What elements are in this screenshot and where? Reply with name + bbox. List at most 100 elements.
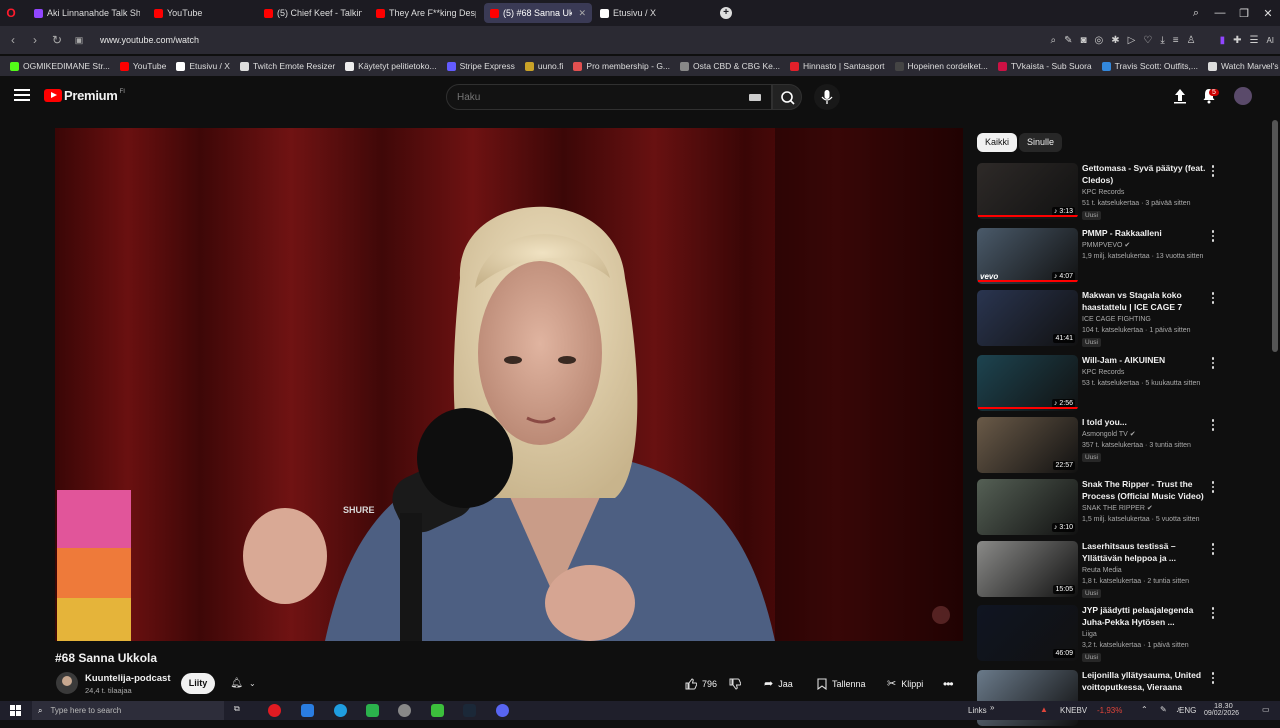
search-box[interactable] — [446, 84, 772, 110]
bookmark-item[interactable]: OGMIKEDIMANE Str... — [10, 61, 110, 71]
recommendation-title[interactable]: Laserhitsaus testissä – Yllättävän helpp… — [1082, 541, 1206, 564]
recommendation-title[interactable]: Snak The Ripper - Trust the Process (Off… — [1082, 479, 1206, 502]
recommendation-channel[interactable]: SNAK THE RIPPER ✔ — [1082, 503, 1153, 514]
discord-taskbar-icon[interactable] — [496, 704, 509, 717]
more-options-icon[interactable] — [1210, 165, 1216, 179]
task-view-icon[interactable]: ⧉ — [234, 704, 240, 714]
page-scrollbar[interactable] — [1272, 120, 1278, 352]
more-options-icon[interactable] — [1210, 481, 1216, 495]
forward-icon[interactable]: › — [24, 33, 46, 47]
video-thumbnail[interactable]: vevo ♪ 4:07 — [977, 228, 1078, 284]
recommendation-channel[interactable]: KPC Records — [1082, 367, 1124, 378]
back-icon[interactable]: ‹ — [2, 33, 24, 47]
user-icon[interactable]: ♙ — [1187, 35, 1196, 46]
hamburger-menu-icon[interactable] — [14, 89, 30, 103]
bookmark-item[interactable]: Etusivu / X — [176, 61, 230, 71]
download-icon[interactable]: ⤓ — [1160, 35, 1164, 46]
more-options-icon[interactable] — [1210, 230, 1216, 244]
taskbar-search-box[interactable]: ⌕ Type here to search — [32, 701, 224, 720]
browser-tab[interactable]: Etusivu / X — [594, 3, 712, 23]
bookmark-item[interactable]: Twitch Emote Resizer — [239, 61, 335, 71]
opera-logo-icon[interactable]: O — [0, 6, 22, 20]
browser-tab[interactable]: YouTube — [148, 3, 256, 23]
recommendation-title[interactable]: I told you... — [1082, 417, 1206, 429]
steam-taskbar-icon[interactable] — [463, 704, 476, 717]
app-taskbar-icon[interactable] — [366, 704, 379, 717]
close-window-icon[interactable]: ✕ — [1256, 0, 1280, 26]
video-player[interactable]: SHURE — [55, 128, 963, 641]
channel-avatar[interactable] — [56, 672, 78, 694]
more-actions-button[interactable]: ••• — [937, 673, 959, 694]
recommendation-title[interactable]: Gettomasa - Syvä päätyy (feat. Cledos) — [1082, 163, 1206, 186]
maximize-icon[interactable]: ❐ — [1232, 0, 1256, 26]
recommendation-channel[interactable]: ICE CAGE FIGHTING — [1082, 314, 1151, 325]
settings-taskbar-icon[interactable] — [398, 704, 411, 717]
bookmark-item[interactable]: Travis Scott: Outfits,... — [1101, 61, 1198, 71]
share-button[interactable]: ➦ Jaa — [756, 673, 801, 694]
clip-button[interactable]: ✂ Klippi — [879, 673, 931, 694]
recommendation-channel[interactable]: Reuta Media — [1082, 565, 1122, 576]
recommended-video[interactable]: ♪ 3:10 Snak The Ripper - Trust the Proces… — [976, 479, 1276, 537]
recommended-video[interactable]: vevo ♪ 4:07 PMMP - Rakkaalleni PMMPVEVO ✔ 1,… — [976, 228, 1276, 286]
secure-lock-icon[interactable]: ▣ — [68, 35, 90, 46]
play-icon[interactable]: ▷ — [1128, 35, 1136, 46]
bookmark-item[interactable]: Pro membership - G... — [573, 61, 670, 71]
language-indicator[interactable]: ENG — [1179, 706, 1196, 715]
recommendation-channel[interactable]: Liiga — [1082, 629, 1097, 640]
notification-center-icon[interactable]: ▭ — [1262, 705, 1270, 714]
search-tabs-icon[interactable]: ⌕ — [1184, 0, 1208, 26]
ai-icon[interactable]: AI — [1266, 36, 1274, 45]
recommendation-channel[interactable]: KPC Records — [1082, 187, 1124, 198]
recommended-video[interactable]: ♪ 3:13 Gettomasa - Syvä päätyy (feat. Cle… — [976, 163, 1276, 221]
extensions-icon[interactable]: ✱ — [1111, 35, 1119, 46]
search-button[interactable] — [772, 84, 802, 110]
page-search-icon[interactable]: ⌕ — [1050, 35, 1056, 46]
save-button[interactable]: Tallenna — [809, 673, 874, 694]
bookmark-item[interactable]: Käytetyt pelitietoko... — [345, 61, 437, 71]
channel-watermark-icon[interactable] — [932, 606, 950, 624]
video-thumbnail[interactable]: ♪ 2:56 — [977, 355, 1078, 411]
list-icon[interactable]: ≡ — [1173, 35, 1179, 46]
keyboard-icon[interactable] — [749, 94, 761, 101]
search-input[interactable] — [447, 85, 737, 109]
vpn-icon[interactable]: ◎ — [1095, 35, 1104, 46]
notification-settings-button[interactable]: 🔔︎ ⌄ — [222, 673, 264, 694]
more-options-icon[interactable] — [1210, 672, 1216, 686]
recommendation-title[interactable]: JYP jäädytti pelaajalegenda Juha-Pekka H… — [1082, 605, 1206, 628]
clock-date[interactable]: 09/02/2026 — [1204, 710, 1239, 717]
recommendation-title[interactable]: Makwan vs Stagala koko haastattelu | ICE… — [1082, 290, 1206, 313]
stock-ticker[interactable]: KNEBV — [1060, 706, 1087, 715]
video-thumbnail[interactable]: ♪ 3:10 — [977, 479, 1078, 535]
bookmark-item[interactable]: uuno.fi — [524, 61, 563, 71]
clock-time[interactable]: 18.30 — [1214, 701, 1233, 710]
windows-start-icon[interactable] — [10, 705, 21, 716]
filter-chip[interactable]: Sinulle — [1019, 133, 1063, 152]
chevron-icon[interactable]: » — [990, 703, 994, 712]
recommendation-title[interactable]: Will-Jam - AIKUINEN — [1082, 355, 1206, 367]
dislike-button[interactable] — [721, 673, 749, 694]
video-thumbnail[interactable]: 22:57 — [977, 417, 1078, 473]
account-avatar[interactable] — [1234, 87, 1252, 105]
camera-icon[interactable]: ◙ — [1080, 35, 1086, 46]
more-options-icon[interactable] — [1210, 357, 1216, 371]
more-bookmarks-icon[interactable]: › — [1265, 61, 1268, 71]
voice-search-button[interactable] — [814, 84, 840, 110]
more-options-icon[interactable] — [1210, 543, 1216, 557]
video-thumbnail[interactable]: 15:05 — [977, 541, 1078, 597]
recommended-video[interactable]: 22:57 I told you... Asmongold TV ✔ 357 t. k… — [976, 417, 1276, 475]
recommended-video[interactable]: 15:05 Laserhitsaus testissä – Yllättävän … — [976, 541, 1276, 599]
join-button[interactable]: Liity — [181, 673, 215, 694]
bookmark-item[interactable]: Stripe Express — [446, 61, 515, 71]
heart-icon[interactable]: ♡ — [1143, 35, 1152, 46]
browser-tab[interactable]: (5) Chief Keef - Talking Ish — [258, 3, 368, 23]
upload-icon[interactable] — [1172, 87, 1188, 105]
url-field[interactable]: www.youtube.com/watch — [100, 35, 199, 45]
minimize-icon[interactable]: — — [1208, 0, 1232, 26]
twitch-extension-icon[interactable]: ▮ — [1220, 35, 1226, 46]
browser-tab[interactable]: (5) #68 Sanna Ukkola ✕ — [484, 3, 592, 23]
more-options-icon[interactable] — [1210, 292, 1216, 306]
recommended-video[interactable]: 41:41 Makwan vs Stagala koko haastattelu … — [976, 290, 1276, 348]
video-thumbnail[interactable]: 46:09 — [977, 605, 1078, 661]
channel-name[interactable]: Kuuntelija-podcast — [85, 673, 171, 684]
tray-chevron-icon[interactable]: ⌃ — [1141, 705, 1148, 714]
